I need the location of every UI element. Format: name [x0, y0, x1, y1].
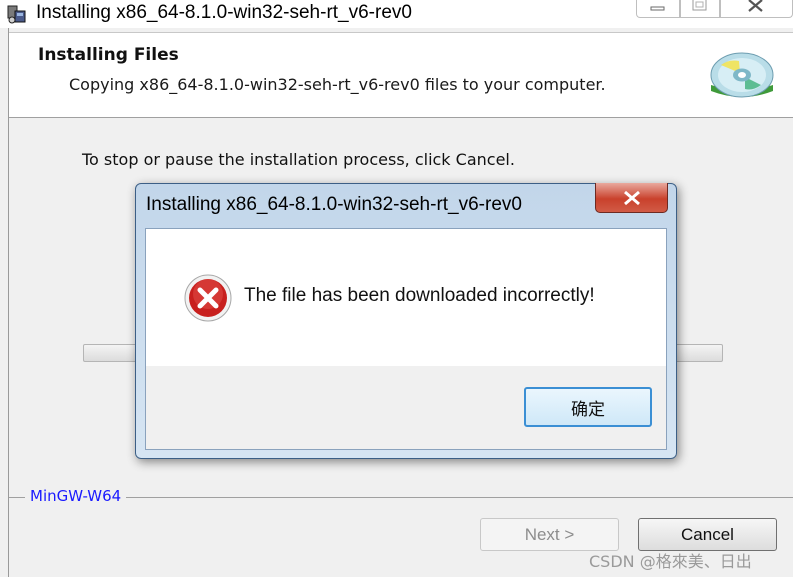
cd-disc-icon — [710, 52, 774, 98]
header-subtitle: Copying x86_64-8.1.0-win32-seh-rt_v6-rev… — [69, 75, 606, 94]
error-icon — [184, 274, 232, 322]
next-button-label: Next > — [524, 524, 575, 544]
window-controls — [636, 0, 793, 18]
cancel-button[interactable]: Cancel — [638, 518, 777, 551]
dialog-message: The file has been downloaded incorrectly… — [244, 285, 595, 306]
close-icon — [623, 190, 640, 205]
dialog-body: The file has been downloaded incorrectly… — [145, 228, 667, 450]
ok-button[interactable]: 确定 — [524, 387, 652, 427]
installer-app-icon — [7, 5, 26, 24]
minimize-icon — [650, 6, 665, 11]
close-button[interactable] — [720, 0, 793, 18]
cancel-instruction: To stop or pause the installation proces… — [82, 150, 515, 169]
dialog-message-area: The file has been downloaded incorrectly… — [146, 229, 666, 366]
maximize-icon — [692, 0, 707, 11]
installer-header: Installing Files Copying x86_64-8.1.0-wi… — [9, 32, 793, 118]
cancel-button-label: Cancel — [681, 524, 734, 544]
footer-divider — [9, 497, 793, 498]
next-button[interactable]: Next > — [480, 518, 619, 551]
dialog-title: Installing x86_64-8.1.0-win32-seh-rt_v6-… — [146, 194, 522, 215]
brand-label: MinGW-W64 — [25, 487, 127, 505]
watermark: CSDN @格來美、日出 — [589, 552, 752, 571]
window-titlebar: Installing x86_64-8.1.0-win32-seh-rt_v6-… — [0, 0, 793, 28]
header-title: Installing Files — [38, 45, 179, 65]
close-icon — [748, 0, 763, 12]
minimize-button[interactable] — [636, 0, 680, 18]
error-dialog: Installing x86_64-8.1.0-win32-seh-rt_v6-… — [135, 183, 677, 459]
maximize-button[interactable] — [680, 0, 720, 18]
dialog-close-button[interactable] — [595, 183, 668, 213]
ok-button-label: 确定 — [571, 399, 605, 420]
window-title: Installing x86_64-8.1.0-win32-seh-rt_v6-… — [36, 2, 412, 23]
